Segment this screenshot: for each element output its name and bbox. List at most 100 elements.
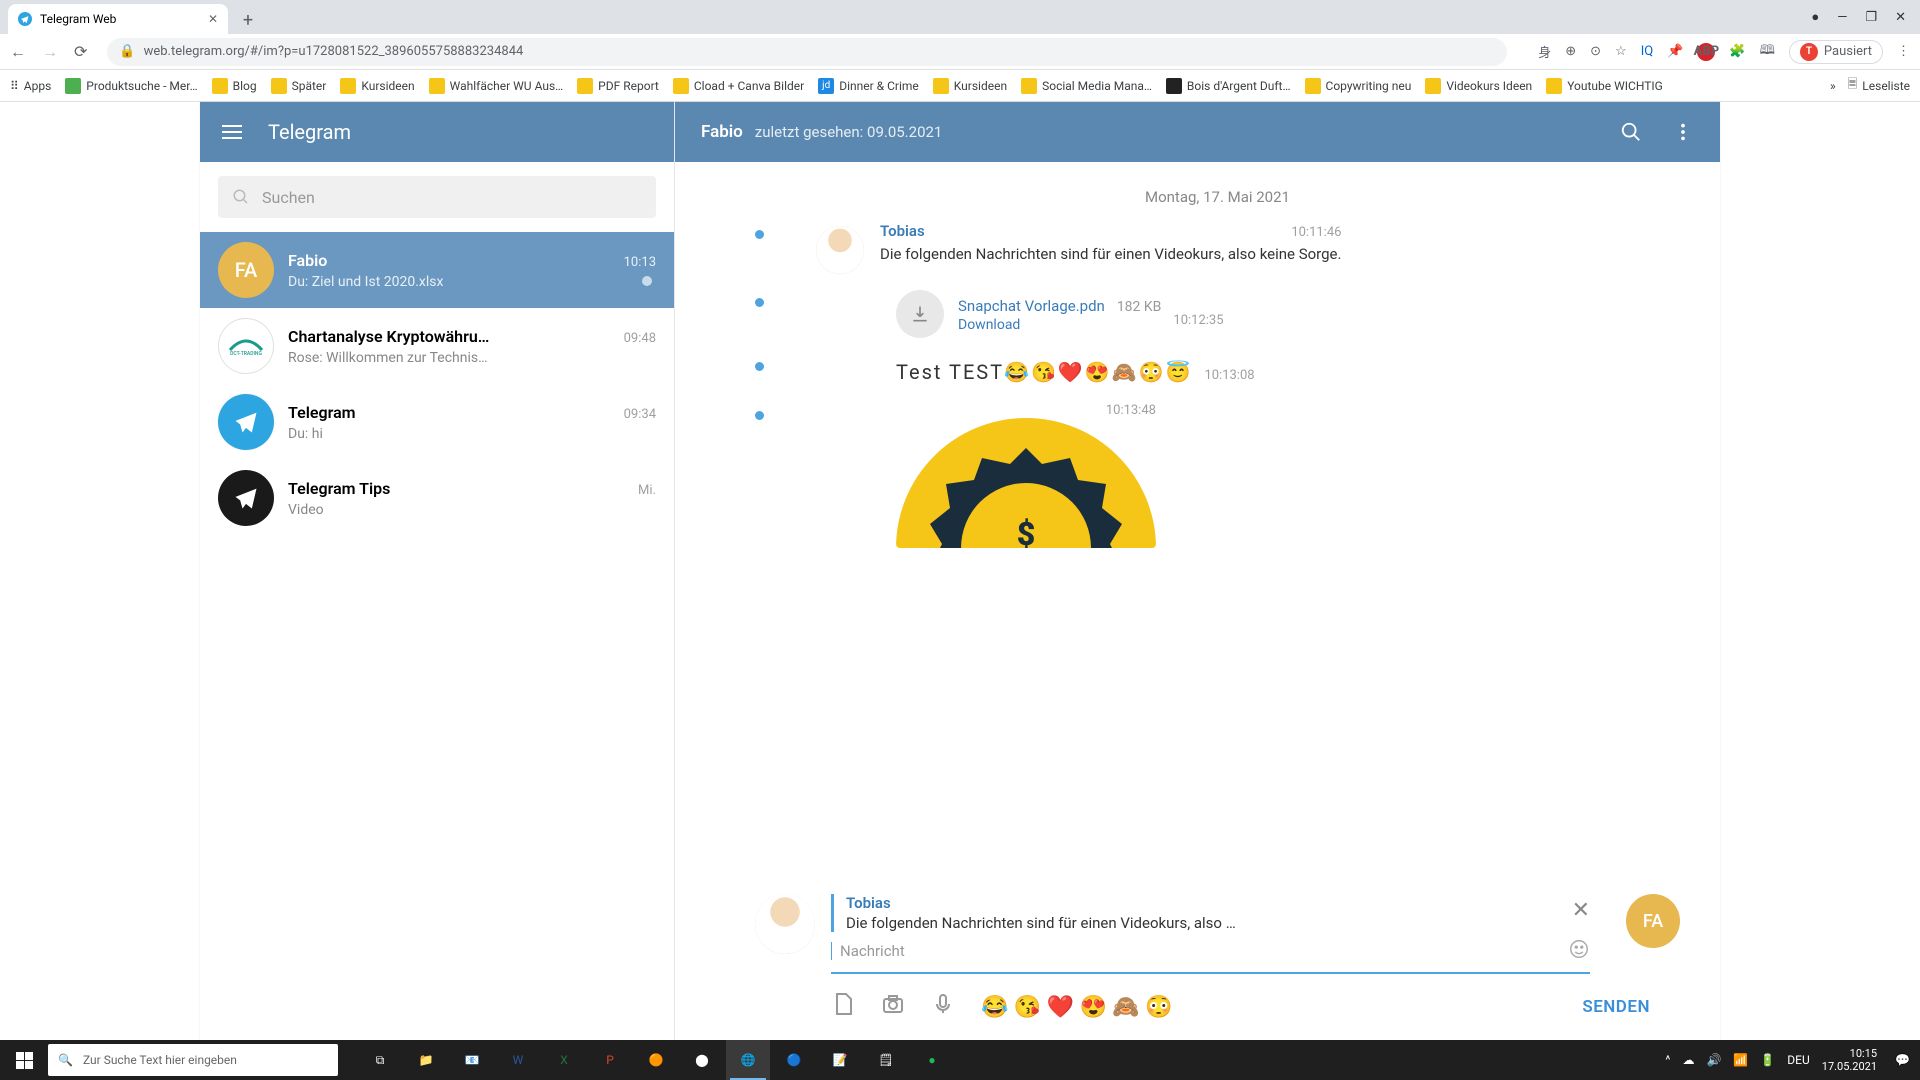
message-list[interactable]: Montag, 17. Mai 2021 Tobias 10:11:46 Die…: [675, 162, 1720, 894]
account-dot-icon[interactable]: ●: [1811, 9, 1819, 25]
notepad-icon[interactable]: 🗒: [864, 1040, 908, 1080]
chat-item[interactable]: Telegram09:34 Du: hi: [200, 384, 674, 460]
bookmark-item[interactable]: jdDinner & Crime: [818, 78, 919, 94]
language-indicator[interactable]: DEU: [1787, 1053, 1809, 1067]
bookmark-item[interactable]: Kursideen: [933, 78, 1007, 94]
bookmark-item[interactable]: PDF Report: [577, 78, 659, 94]
camera-icon[interactable]: [881, 992, 905, 1022]
task-view-icon[interactable]: ⧉: [358, 1040, 402, 1080]
forward-button[interactable]: →: [42, 42, 58, 62]
wifi-icon[interactable]: 📶: [1733, 1053, 1748, 1067]
reload-button[interactable]: ⟳: [74, 42, 87, 62]
overflow-bookmarks[interactable]: »: [1830, 79, 1836, 93]
download-link[interactable]: Download: [958, 317, 1161, 333]
search-input[interactable]: Suchen: [218, 176, 656, 218]
abp-ext-icon[interactable]: ABP: [1697, 43, 1715, 61]
bookmark-item[interactable]: Später: [271, 78, 327, 94]
bookmark-item[interactable]: Youtube WICHTIG: [1546, 78, 1663, 94]
tray-chevron-icon[interactable]: ^: [1665, 1053, 1670, 1067]
my-avatar[interactable]: [755, 894, 815, 954]
file-attachment[interactable]: Snapchat Vorlage.pdn 182 KB Download: [896, 290, 1161, 338]
telegram-favicon-icon: [18, 12, 32, 26]
iq-ext-icon[interactable]: IQ: [1641, 44, 1653, 59]
chat-item-fabio[interactable]: FA Fabio10:13 Du: Ziel und Ist 2020.xlsx: [200, 232, 674, 308]
back-button[interactable]: ←: [10, 42, 26, 62]
search-placeholder: Suchen: [262, 188, 315, 207]
bookmark-item[interactable]: Copywriting neu: [1305, 78, 1412, 94]
menu-icon[interactable]: [222, 125, 242, 139]
close-window-button[interactable]: ✕: [1895, 10, 1906, 25]
chat-item[interactable]: Telegram TipsMi. Video: [200, 460, 674, 536]
kebab-menu-icon[interactable]: ⋮: [1897, 44, 1910, 59]
bookmark-item[interactable]: Videokurs Ideen: [1425, 78, 1532, 94]
file-explorer-icon[interactable]: 📁: [404, 1040, 448, 1080]
chat-item[interactable]: DCT-TRADING Chartanalyse Kryptowähru…09:…: [200, 308, 674, 384]
avatar: [218, 470, 274, 526]
clock[interactable]: 10:15 17.05.2021: [1822, 1047, 1883, 1073]
bookmark-item[interactable]: Wahlfächer WU Aus…: [429, 78, 564, 94]
bookmark-item[interactable]: Social Media Mana…: [1021, 78, 1152, 94]
pin-ext-icon[interactable]: 📌: [1667, 44, 1683, 59]
recipient-avatar[interactable]: FA: [1626, 894, 1680, 948]
quick-emoji-row[interactable]: 😂 😘 ❤️ 😍 🙈 😳: [981, 995, 1173, 1020]
chat-name: Telegram: [288, 403, 356, 422]
address-bar[interactable]: 🔒 web.telegram.org/#/im?p=u1728081522_38…: [107, 38, 1507, 66]
tab-close-icon[interactable]: ✕: [208, 12, 218, 26]
spotify-icon[interactable]: ●: [910, 1040, 954, 1080]
message-text: Die folgenden Nachrichten sind für einen…: [880, 244, 1341, 266]
bookmark-item[interactable]: Kursideen: [340, 78, 414, 94]
translate-icon[interactable]: ⾝: [1538, 42, 1551, 61]
start-button[interactable]: [0, 1040, 48, 1080]
mail-icon[interactable]: 📧: [450, 1040, 494, 1080]
new-tab-button[interactable]: +: [234, 6, 262, 34]
cancel-reply-icon[interactable]: ✕: [1572, 898, 1590, 923]
reply-preview[interactable]: Tobias Die folgenden Nachrichten sind fü…: [831, 894, 1590, 932]
send-button[interactable]: SENDEN: [1582, 997, 1680, 1017]
app-icon[interactable]: 🟠: [634, 1040, 678, 1080]
obs-icon[interactable]: ⬤: [680, 1040, 724, 1080]
reading-list-button[interactable]: 🗏Leseliste: [1848, 75, 1910, 96]
bookmark-item[interactable]: Blog: [212, 78, 257, 94]
bookmark-item[interactable]: Cload + Canva Bilder: [673, 78, 804, 94]
star-icon[interactable]: ☆: [1615, 44, 1627, 59]
onedrive-icon[interactable]: ☁: [1682, 1053, 1694, 1067]
search-conversation-icon[interactable]: [1620, 121, 1642, 143]
browser-tab[interactable]: Telegram Web ✕: [8, 4, 228, 34]
powerpoint-icon[interactable]: P: [588, 1040, 632, 1080]
minimize-button[interactable]: —: [1837, 10, 1847, 25]
apps-button[interactable]: ⠿Apps: [10, 79, 51, 93]
puzzle-icon[interactable]: 🧩: [1729, 44, 1745, 59]
conversation-name[interactable]: Fabio: [701, 122, 743, 142]
maximize-button[interactable]: ❐: [1865, 10, 1877, 25]
profile-button[interactable]: T Pausiert: [1789, 40, 1883, 64]
message-text: Test TEST😂😘❤️😍🙈😳😇: [896, 358, 1192, 387]
message-author: Tobias: [880, 222, 925, 240]
message-composer: Tobias Die folgenden Nachrichten sind fü…: [675, 894, 1720, 1040]
battery-icon[interactable]: 🔋: [1760, 1053, 1775, 1067]
microphone-icon[interactable]: [931, 992, 955, 1022]
excel-icon[interactable]: X: [542, 1040, 586, 1080]
bookmark-item[interactable]: Produktsuche - Mer…: [65, 78, 197, 94]
bookmark-item[interactable]: Bois d'Argent Duft…: [1166, 78, 1291, 94]
taskbar-search[interactable]: 🔍 Zur Suche Text hier eingeben: [48, 1044, 338, 1076]
chrome-icon[interactable]: 🌐: [726, 1040, 770, 1080]
lock-icon: 🔒: [119, 44, 135, 59]
more-options-icon[interactable]: [1672, 121, 1694, 143]
image-message[interactable]: $ FM: [896, 418, 1156, 548]
sender-avatar[interactable]: [816, 226, 864, 274]
emoji-picker-icon[interactable]: [1568, 938, 1590, 964]
notifications-icon[interactable]: 💬: [1895, 1053, 1910, 1067]
download-icon[interactable]: [896, 290, 944, 338]
url-text: web.telegram.org/#/im?p=u1728081522_3896…: [144, 44, 524, 59]
edge-icon[interactable]: 🔵: [772, 1040, 816, 1080]
read-indicator-icon: [755, 411, 764, 420]
word-icon[interactable]: W: [496, 1040, 540, 1080]
zoom-icon[interactable]: ⊙: [1590, 44, 1601, 59]
date-separator: Montag, 17. Mai 2021: [755, 188, 1680, 206]
reading-list-icon[interactable]: 🕮: [1760, 41, 1775, 63]
install-icon[interactable]: ⊕: [1565, 44, 1576, 59]
notepadpp-icon[interactable]: 📝: [818, 1040, 862, 1080]
message-input[interactable]: [840, 942, 1560, 960]
attach-file-icon[interactable]: [831, 992, 855, 1022]
volume-icon[interactable]: 🔊: [1706, 1053, 1721, 1067]
